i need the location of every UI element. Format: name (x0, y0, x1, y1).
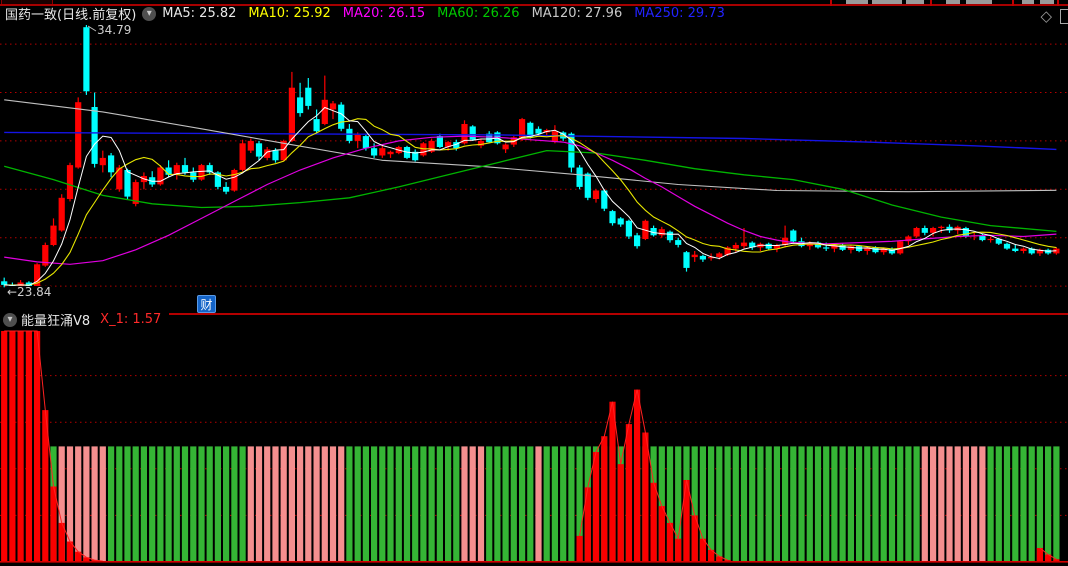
low-price-label: ←23.84 (7, 285, 52, 299)
chevron-down-circle-icon[interactable]: ▾ (3, 312, 17, 327)
indicator-panel-header: ▾ 能量狂涌V8 X_1: 1.57 (0, 310, 170, 329)
indicator-value: X_1: 1.57 (100, 312, 162, 327)
finance-report-marker[interactable]: 财 (197, 295, 216, 313)
indicator-band-bars (50, 446, 1060, 561)
stock-chart-window: 国药一致(日线.前复权) ▾ MA5: 25.82 MA10: 25.92 MA20… (0, 0, 1068, 566)
candles (1, 25, 1060, 290)
ma60-line (4, 149, 1057, 233)
high-price-label: 34.79 (97, 23, 132, 37)
indicator-title: 能量狂涌V8 (21, 314, 91, 329)
